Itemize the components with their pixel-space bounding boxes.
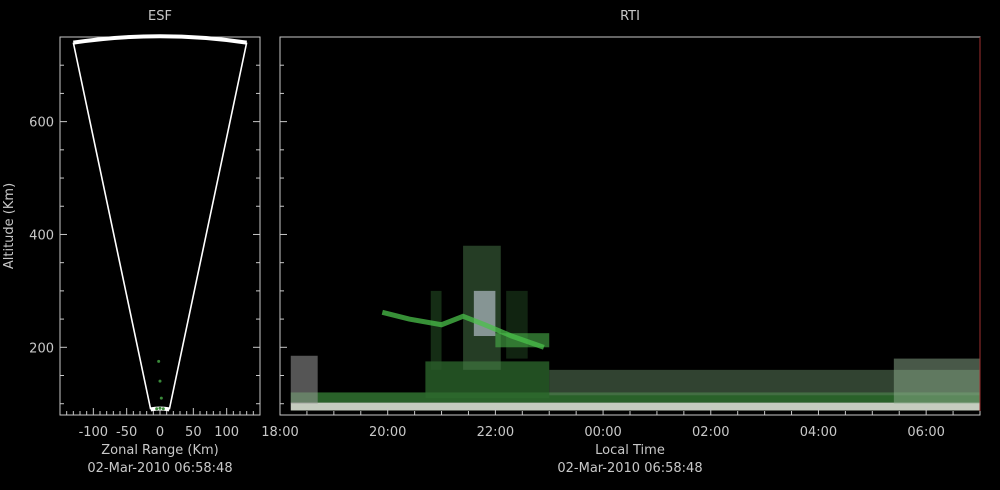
esf-panel: ESF -100 -50 0 50 100 200 400 600 Zonal Range (… [2,9,261,476]
esf-timestamp: 02-Mar-2010 06:58:48 [87,461,232,476]
esf-ylabel: Altitude (Km) [2,183,17,269]
esf-echo-point [158,406,162,410]
rti-echo-block [430,290,442,370]
esf-beam-edge [168,42,248,410]
esf-x-tick-label: -50 [116,425,137,440]
rti-panel: RTI 18:00 20:00 22:00 00:00 02:00 04:00 06:00 … [261,9,981,476]
esf-x-tick-label: 100 [214,425,239,440]
esf-echo-point [155,407,159,411]
rti-echo-block [893,358,980,404]
esf-echo-point [158,379,162,383]
rti-x-tick-label: 06:00 [907,425,944,440]
esf-x-tick-label: 50 [185,425,202,440]
rti-echo-block [290,402,980,411]
rti-plot-frame [279,36,981,416]
rti-x-tick-label: 18:00 [261,425,298,440]
esf-echo-point [161,407,165,411]
rti-timestamp: 02-Mar-2010 06:58:48 [557,461,702,476]
rti-x-tick-label: 00:00 [584,425,621,440]
esf-x-tick-label: 0 [156,425,164,440]
esf-rti-figure: ESF -100 -50 0 50 100 200 400 600 Zonal Range (… [2,9,981,476]
esf-beam-edge [72,42,152,410]
rti-x-tick-label: 04:00 [800,425,837,440]
rti-xlabel: Local Time [595,443,665,458]
rti-title: RTI [620,9,640,24]
esf-echo-point [159,396,163,400]
rti-x-tick-label: 20:00 [369,425,406,440]
rti-x-tick-label: 02:00 [692,425,729,440]
esf-y-tick-label: 200 [29,341,54,356]
esf-plot-frame [59,36,261,416]
esf-echo-point [157,359,161,363]
esf-x-tick-label: -100 [79,425,109,440]
rti-echo-block [506,290,528,359]
rti-echo-block [290,355,318,404]
esf-title: ESF [148,9,172,24]
rti-x-tick-label: 22:00 [477,425,514,440]
esf-xlabel: Zonal Range (Km) [101,443,218,458]
esf-y-tick-label: 600 [29,116,54,131]
esf-y-tick-label: 400 [29,228,54,243]
